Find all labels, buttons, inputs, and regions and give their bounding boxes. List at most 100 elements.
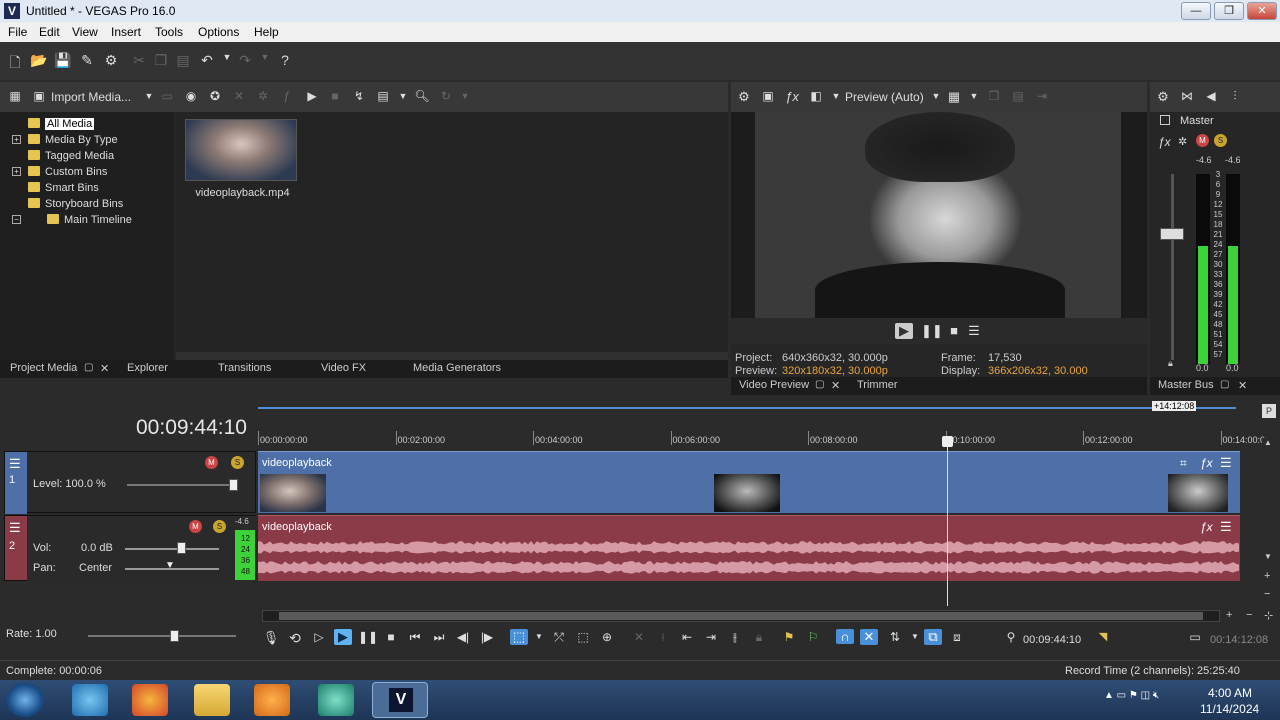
media-file-name[interactable]: videoplayback.mp4	[190, 187, 295, 199]
preview-stop-icon[interactable]: ■	[945, 323, 963, 338]
play-preview-icon[interactable]: ▶	[303, 89, 321, 103]
split-screen-icon[interactable]: ◧	[807, 89, 825, 103]
pause-icon[interactable]: ❚❚	[358, 630, 378, 644]
record-mic-icon[interactable]: 🎙︎	[262, 630, 280, 646]
marker-icon[interactable]: P	[1262, 404, 1276, 418]
split-icon[interactable]: ⫲	[726, 630, 744, 645]
open-folder-icon[interactable]: 📂	[30, 52, 48, 69]
mute-icon[interactable]: M	[189, 520, 202, 533]
media-player-icon[interactable]	[254, 684, 290, 716]
refresh-dropdown-icon[interactable]: ▼	[456, 91, 474, 101]
clip-menu-icon[interactable]: ☰	[1220, 455, 1232, 471]
import-media-icon[interactable]: ▣	[30, 89, 48, 103]
timecode-display[interactable]: 00:09:44:10	[136, 416, 247, 440]
zoom-in-vertical-icon[interactable]: +	[1264, 570, 1270, 582]
stop-preview-icon[interactable]: ■	[326, 89, 344, 103]
whats-this-help-icon[interactable]: ?	[276, 52, 294, 68]
views-dropdown-icon[interactable]: ▼	[394, 91, 412, 101]
search-icon[interactable]: 🔍︎	[413, 89, 431, 103]
overlays-dropdown-icon[interactable]: ▼	[965, 91, 983, 101]
region-icon[interactable]: ⚐	[804, 630, 822, 644]
delete-icon[interactable]: ✕	[630, 630, 648, 644]
event-fx-icon[interactable]: ƒx	[1200, 456, 1213, 470]
tab-maximize-icon[interactable]: ▢	[1220, 379, 1229, 390]
expand-tagged-media-icon[interactable]: +	[12, 167, 21, 176]
snapshot-arrow-icon[interactable]: ⇥	[1033, 89, 1051, 103]
tree-item-storyboard-bins[interactable]: Storyboard Bins	[28, 198, 123, 210]
volume-knob[interactable]	[177, 542, 186, 554]
close-tab-icon[interactable]: ✕	[100, 362, 109, 375]
undo-dropdown-icon[interactable]: ▼	[218, 52, 236, 62]
selection-tool-icon[interactable]: ⬚	[574, 630, 592, 644]
import-dropdown-icon[interactable]: ▼	[140, 91, 158, 101]
tab-media-generators[interactable]: Media Generators	[413, 362, 501, 374]
video-level-knob[interactable]	[229, 479, 238, 491]
go-to-end-icon[interactable]: ⏭	[430, 630, 448, 645]
envelope-tool-icon[interactable]: ⤱	[550, 630, 568, 645]
refresh-icon[interactable]: ↻	[437, 89, 455, 103]
menu-edit[interactable]: Edit	[39, 25, 60, 39]
tray-icons[interactable]: ▲ ▭ ⚑ ◫ 🔇︎	[1104, 690, 1159, 701]
preview-play-icon[interactable]: ▶	[895, 323, 913, 339]
master-checkbox[interactable]	[1160, 115, 1170, 125]
next-frame-icon[interactable]: |▶	[478, 630, 496, 644]
fx-icon[interactable]: ƒ	[278, 89, 296, 103]
marker-flag-icon[interactable]: ⚑	[780, 630, 798, 644]
mixer-icon[interactable]: ⫶	[1226, 89, 1244, 104]
mute-icon[interactable]: M	[1196, 134, 1209, 147]
get-media-icon[interactable]: ◉	[182, 89, 200, 103]
close-tab-icon[interactable]: ✕	[1238, 379, 1247, 392]
auto-preview-icon[interactable]: ↯	[350, 89, 368, 103]
firefox-icon[interactable]	[132, 684, 168, 716]
overlays-grid-icon[interactable]: ▦	[945, 89, 963, 105]
media-scroll-area[interactable]	[176, 352, 728, 360]
redo-dropdown-icon[interactable]: ▼	[256, 52, 274, 62]
redo-icon[interactable]: ↷	[236, 52, 254, 69]
save-icon[interactable]: 💾	[54, 52, 72, 69]
preview-quality-select[interactable]: Preview (Auto)	[845, 90, 924, 104]
video-level-slider[interactable]	[127, 484, 237, 486]
collapse-storyboard-bins-icon[interactable]: −	[12, 215, 21, 224]
go-to-start-icon[interactable]: ⏮	[406, 630, 424, 645]
preview-settings-gear-icon[interactable]: ⚙	[735, 89, 753, 105]
solo-icon[interactable]: S	[1214, 134, 1227, 147]
maximize-button[interactable]: ❐	[1214, 2, 1244, 20]
pan-knob[interactable]: ▼	[165, 560, 175, 571]
tree-item-all-media[interactable]: All Media	[28, 118, 95, 130]
save-snapshot-icon[interactable]: ▤	[1009, 89, 1027, 103]
split-dropdown-icon[interactable]: ▼	[827, 91, 845, 101]
rate-knob[interactable]	[170, 630, 179, 642]
menu-insert[interactable]: Insert	[111, 25, 141, 39]
zoom-out-horizontal-icon[interactable]: −	[1246, 609, 1252, 621]
master-settings-gear-icon[interactable]: ⚙	[1154, 89, 1172, 105]
solo-icon[interactable]: S	[213, 520, 226, 533]
clock-time[interactable]: 4:00 AM	[1208, 686, 1252, 700]
event-fx-icon[interactable]: ƒx	[1200, 520, 1213, 534]
undo-icon[interactable]: ↶	[198, 52, 216, 69]
playhead[interactable]	[942, 436, 954, 606]
paste-icon[interactable]: ▤	[174, 52, 192, 69]
ignore-grouping-icon[interactable]: ⧈	[948, 630, 966, 645]
zoom-tool-icon[interactable]: ⊕	[598, 630, 616, 644]
preview-pause-icon[interactable]: ❚❚	[921, 323, 943, 339]
ripple-edit-icon[interactable]: ⇅	[886, 630, 904, 644]
track-menu-icon[interactable]: ☰	[9, 456, 21, 472]
cursor-time[interactable]: 00:09:44:10	[1023, 634, 1081, 646]
tab-maximize-icon[interactable]: ▢	[815, 379, 824, 390]
tab-transitions[interactable]: Transitions	[218, 362, 271, 374]
audio-clip[interactable]: videoplayback ƒx ☰	[258, 515, 1240, 581]
tree-item-smart-bins[interactable]: Smart Bins	[28, 182, 99, 194]
zoom-fit-icon[interactable]: ⊹	[1264, 609, 1273, 622]
edit-tool-dropdown-icon[interactable]: ▼	[530, 632, 548, 641]
render-icon[interactable]: ✎	[78, 52, 96, 69]
zoom-out-vertical-icon[interactable]: −	[1264, 588, 1270, 600]
close-window-button[interactable]: ✕	[1247, 2, 1277, 20]
ruler[interactable]: +14:12:08 00:00:00:00 00:02:00:00 00:04:00…	[258, 401, 1265, 451]
video-fx-icon[interactable]: ƒx	[783, 89, 801, 104]
menu-tools[interactable]: Tools	[155, 25, 183, 39]
menu-file[interactable]: File	[8, 25, 27, 39]
timeline-horizontal-scrollbar[interactable]	[262, 610, 1220, 622]
menu-view[interactable]: View	[72, 25, 98, 39]
preview-quality-dropdown-icon[interactable]: ▼	[927, 91, 945, 101]
menu-help[interactable]: Help	[254, 25, 279, 39]
